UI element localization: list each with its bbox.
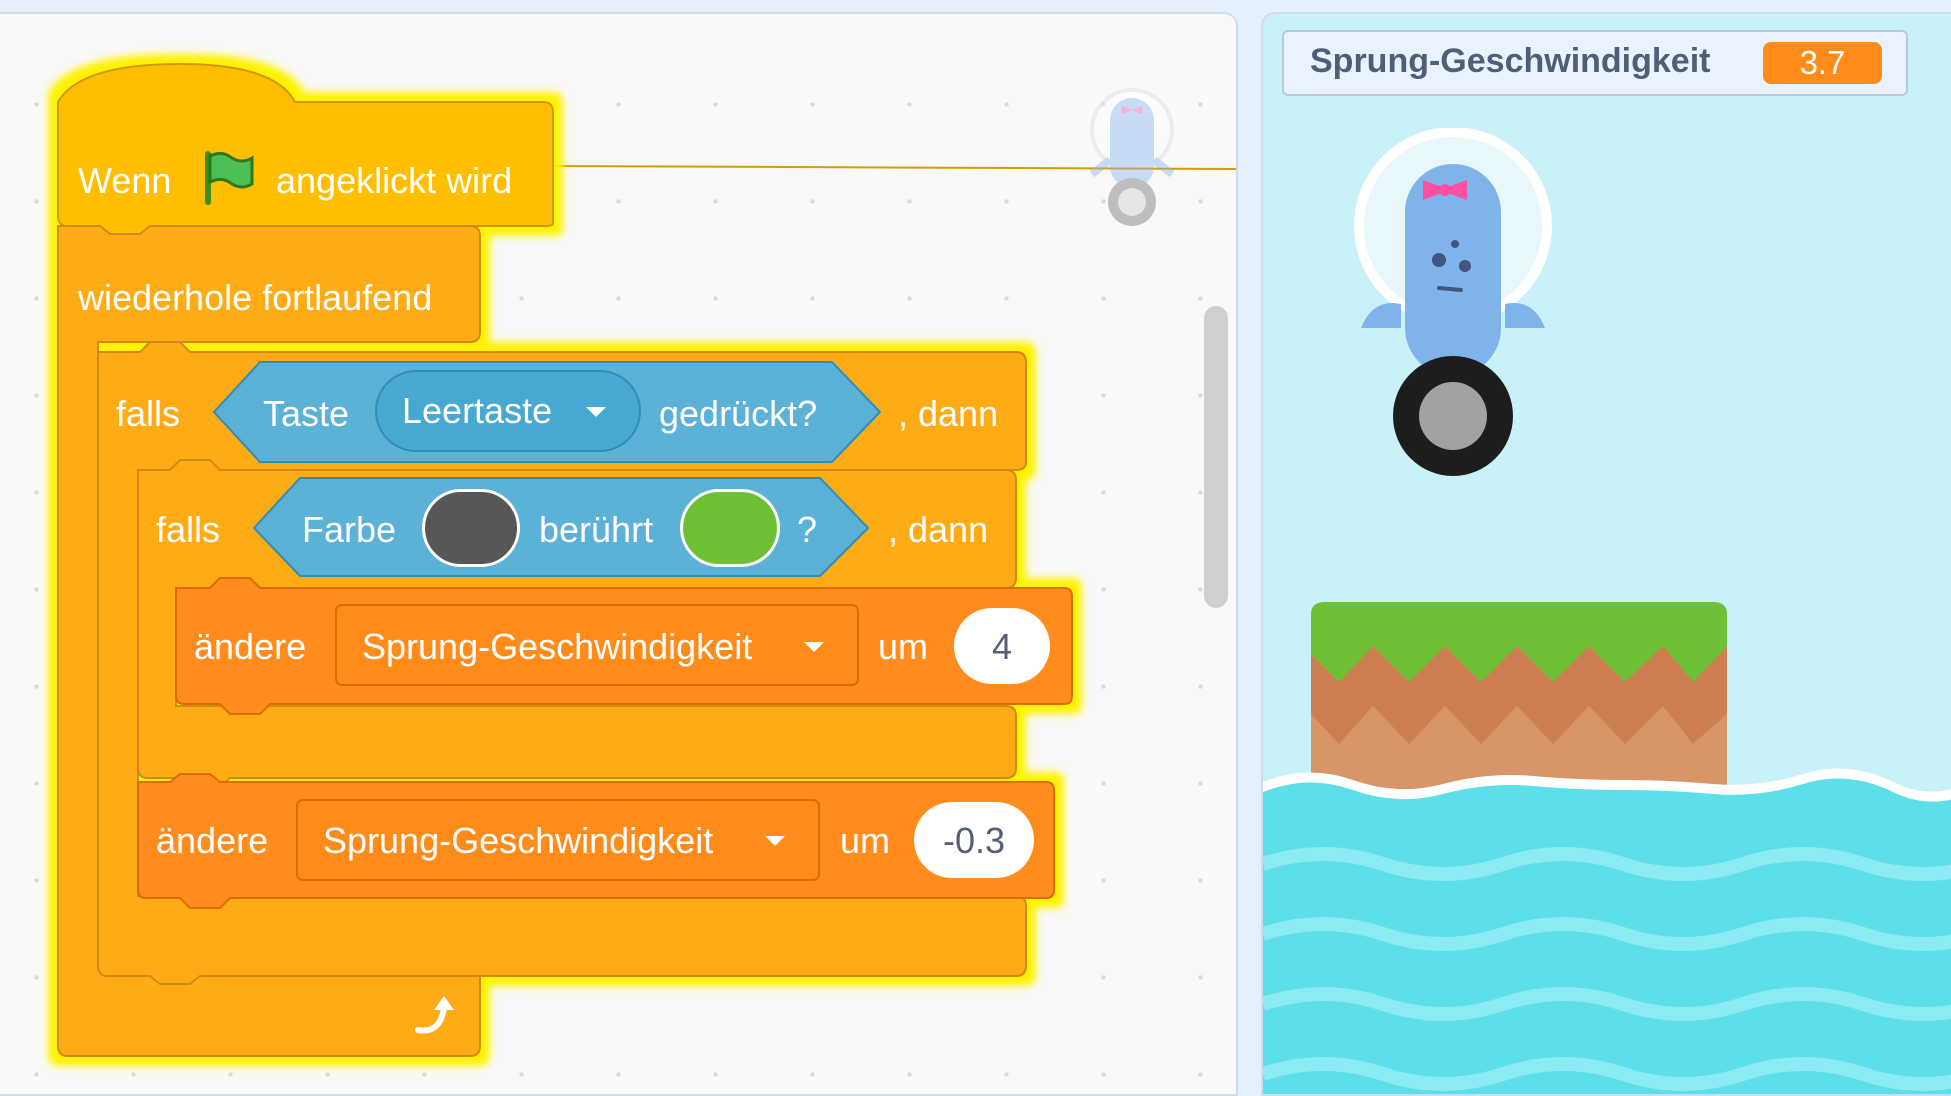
- key-dropdown-value: Leertaste: [402, 390, 553, 431]
- if-outer-label: falls: [116, 393, 181, 434]
- variable-monitor[interactable]: Sprung-Geschwindigkeit 3.7: [1282, 30, 1908, 96]
- robot-sprite[interactable]: [1353, 128, 1553, 482]
- variable-dropdown-2-value: Sprung-Geschwindigkeit: [323, 820, 714, 861]
- forever-label: wiederhole fortlaufend: [78, 277, 433, 318]
- color-swatch-2[interactable]: [680, 489, 780, 567]
- variable-dropdown-2[interactable]: Sprung-Geschwindigkeit: [297, 800, 819, 880]
- monitor-label: Sprung-Geschwindigkeit: [1310, 42, 1711, 80]
- change-1-by-label: um: [878, 626, 929, 667]
- change-2-by-label: um: [840, 820, 891, 861]
- change-2-label: ändere: [156, 820, 269, 861]
- code-workspace[interactable]: Wenn angeklickt wird wiederhole fortlauf…: [0, 12, 1238, 1096]
- stage[interactable]: Sprung-Geschwindigkeit 3.7: [1261, 12, 1951, 1096]
- key-dropdown[interactable]: Leertaste: [376, 371, 640, 451]
- sprite-thumbnail-icon: [1089, 88, 1175, 226]
- touches-label: berührt: [539, 509, 654, 550]
- chevron-down-icon: [586, 407, 606, 417]
- key-label: Taste: [263, 393, 350, 434]
- chevron-down-icon: [804, 642, 824, 652]
- chevron-down-icon: [765, 836, 785, 846]
- change-2-value-input[interactable]: -0.3: [914, 821, 1034, 861]
- color-label: Farbe: [302, 509, 397, 550]
- script-blocks: [57, 62, 1236, 1057]
- change-1-value-input[interactable]: 4: [954, 627, 1050, 667]
- color-swatch-1[interactable]: [422, 489, 520, 567]
- hat-block-shape: [57, 62, 554, 235]
- variable-dropdown-1-value: Sprung-Geschwindigkeit: [362, 626, 753, 667]
- monitor-value: 3.7: [1763, 42, 1882, 84]
- workspace-scrollbar[interactable]: [1204, 306, 1228, 608]
- variable-dropdown-1[interactable]: Sprung-Geschwindigkeit: [336, 605, 858, 685]
- hat-when-label: Wenn: [78, 160, 172, 201]
- if-outer-then-label: , dann: [898, 393, 999, 434]
- change-1-label: ändere: [194, 626, 307, 667]
- green-flag-icon: [205, 151, 254, 205]
- hat-clicked-label: angeklickt wird: [276, 160, 513, 201]
- pressed-label: gedrückt?: [659, 393, 818, 434]
- if-inner-label: falls: [156, 509, 221, 550]
- question-label: ?: [797, 509, 818, 550]
- loop-arrow-icon: [415, 996, 454, 1034]
- if-inner-then-label: , dann: [888, 509, 989, 550]
